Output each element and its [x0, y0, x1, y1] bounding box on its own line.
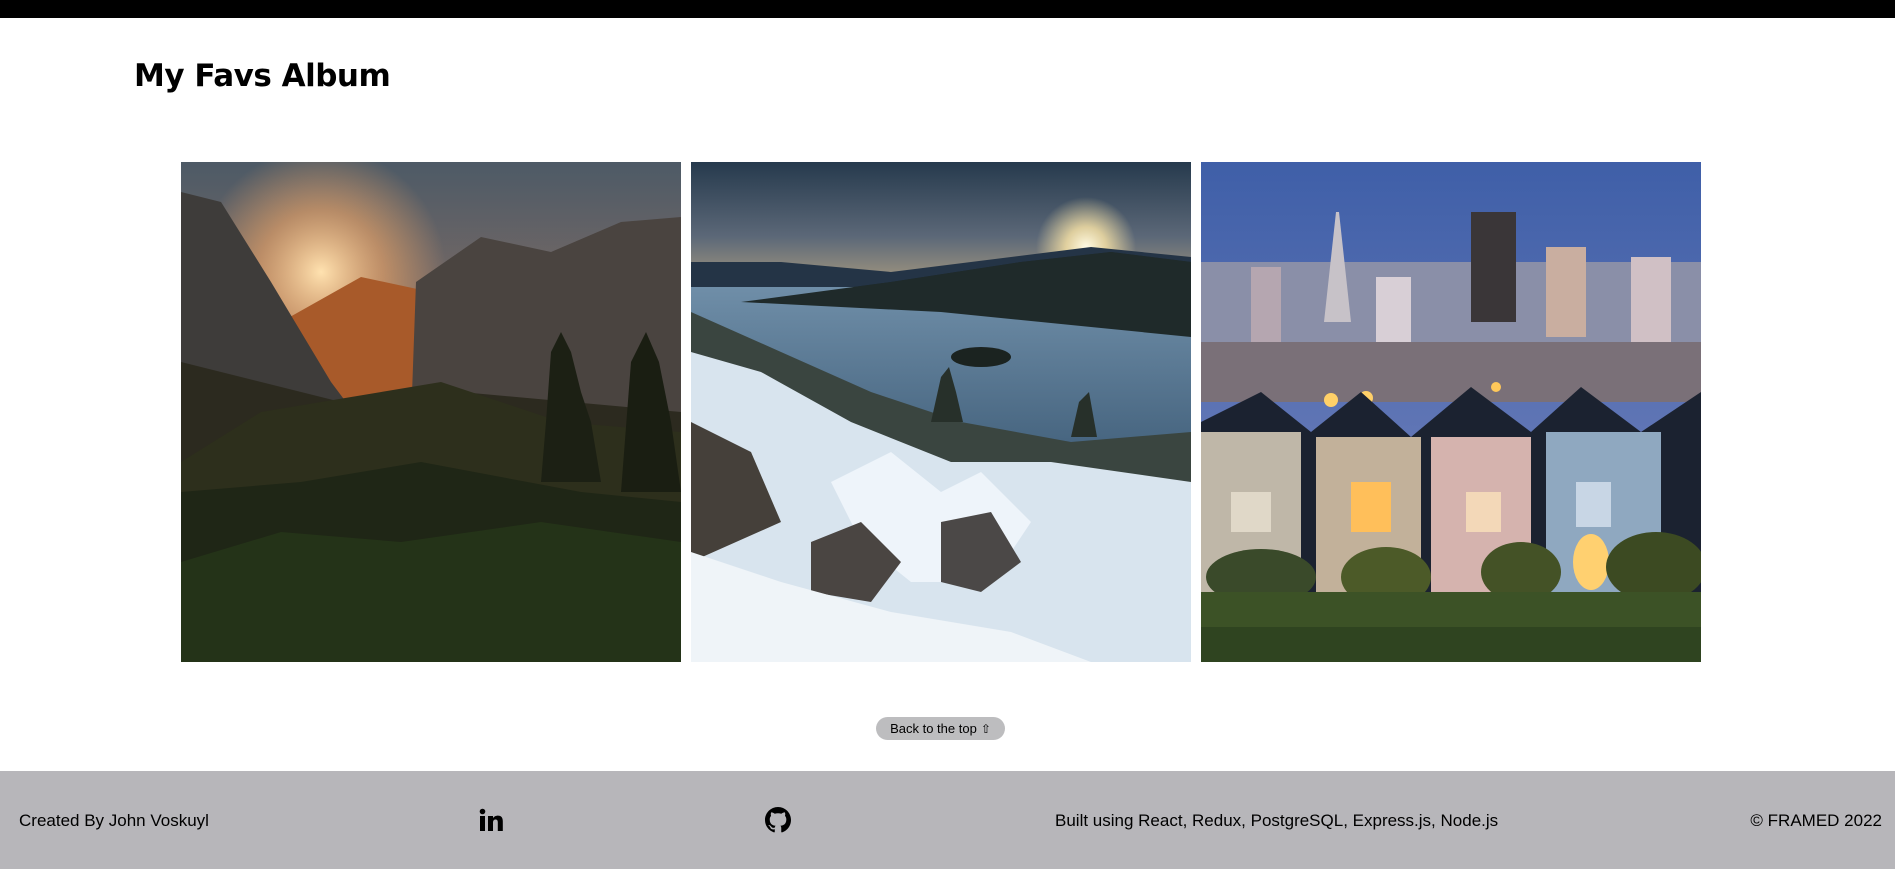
- top-bar: [0, 0, 1895, 18]
- back-to-top-label: Back to the top: [890, 721, 977, 736]
- photo-card-city-skyline[interactable]: [1201, 162, 1701, 662]
- city-skyline-victorian-houses-image: [1201, 162, 1701, 662]
- arrow-up-icon: ⇧: [980, 721, 991, 736]
- photo-gallery: [181, 162, 1701, 662]
- photo-card-mountain-valley[interactable]: [181, 162, 681, 662]
- footer-tech-stack: Built using React, Redux, PostgreSQL, Ex…: [1055, 811, 1499, 830]
- footer: Created By John Voskuyl Built using Reac…: [0, 771, 1895, 869]
- github-icon[interactable]: [765, 807, 791, 833]
- footer-copyright: © FRAMED 2022: [1750, 811, 1882, 830]
- mountain-valley-sunset-image: [181, 162, 681, 662]
- footer-credit: Created By John Voskuyl: [19, 811, 209, 830]
- snowy-lake-sunburst-image: [691, 162, 1191, 662]
- linkedin-icon[interactable]: [478, 807, 504, 833]
- page-title: My Favs Album: [134, 58, 391, 94]
- back-to-top-button[interactable]: Back to the top ⇧: [876, 717, 1005, 740]
- photo-card-snowy-lake[interactable]: [691, 162, 1191, 662]
